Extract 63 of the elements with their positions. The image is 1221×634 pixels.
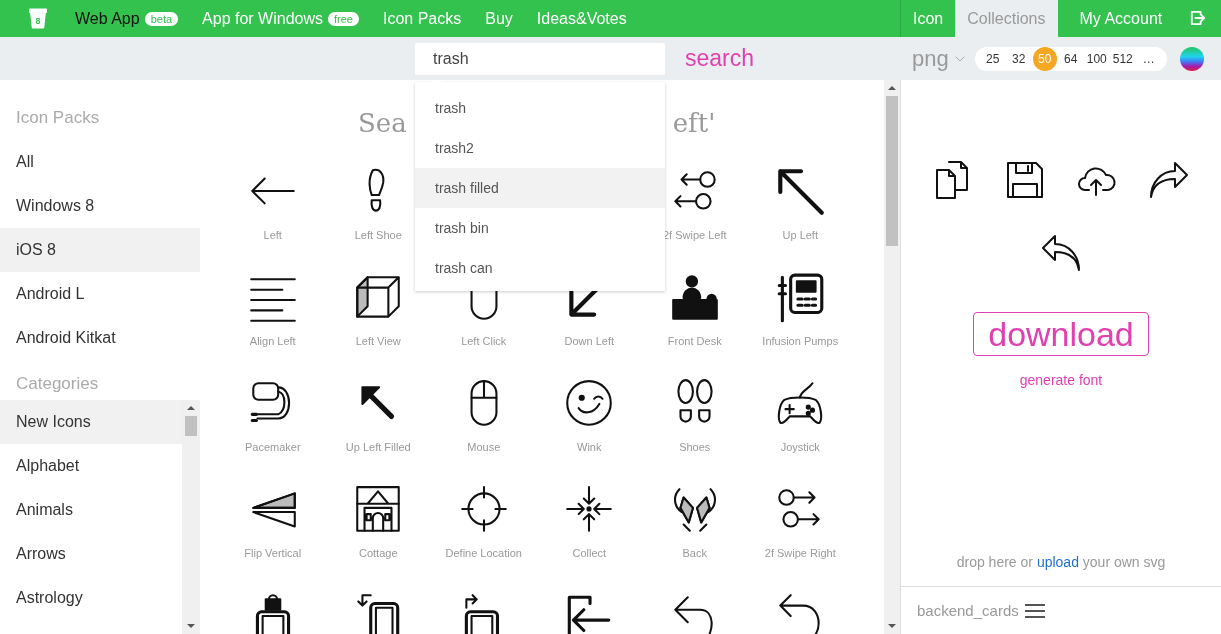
- icon-label: Left: [263, 229, 282, 241]
- icon-label: Define Location: [445, 547, 522, 559]
- collection-name: backend_cards: [917, 602, 1019, 619]
- size-option[interactable]: …: [1136, 46, 1161, 71]
- scrollbar[interactable]: [884, 80, 900, 634]
- reply-arrow-icon[interactable]: [1041, 234, 1081, 274]
- generate-font-link[interactable]: generate font: [1019, 372, 1103, 388]
- icon-label: Up Left Filled: [345, 441, 411, 453]
- size-option[interactable]: 64: [1058, 46, 1083, 71]
- icon-label: Align Left: [249, 335, 296, 347]
- scrollbar[interactable]: [182, 400, 200, 634]
- icon-label: 2f Swipe Right: [764, 547, 836, 559]
- icon-label: Left Shoe: [354, 229, 402, 241]
- sidebar-item[interactable]: Arrows: [0, 532, 182, 576]
- drop-hint: drop here or upload your own svg: [956, 554, 1166, 570]
- icon-label: Cottage: [359, 547, 398, 559]
- icon-label: Left View: [355, 335, 401, 347]
- sidebar-item[interactable]: New Icons: [0, 400, 182, 444]
- icon-label: Mouse: [467, 441, 501, 453]
- size-option[interactable]: 512: [1110, 46, 1135, 71]
- icon-label: Up Left: [782, 229, 818, 241]
- suggestion-item[interactable]: trash: [415, 88, 665, 128]
- icon-label: Down Left: [564, 335, 614, 347]
- icon-label: Collect: [572, 547, 607, 559]
- size-option[interactable]: 25: [980, 46, 1005, 71]
- size-option[interactable]: 100: [1084, 46, 1109, 71]
- nav-badge: free: [328, 11, 359, 26]
- icon-label: Pacemaker: [244, 441, 301, 453]
- sidebar-item[interactable]: iOS 8: [0, 228, 200, 272]
- nav-link[interactable]: Web App: [75, 9, 140, 28]
- share-arrow-icon[interactable]: [1149, 160, 1189, 200]
- sidebar-item[interactable]: Alphabet: [0, 444, 182, 488]
- menu-icon[interactable]: [1024, 603, 1045, 618]
- icon-label: Left Click: [461, 335, 507, 347]
- icon-label: Infusion Pumps: [762, 335, 839, 347]
- results-heading: Sea: [358, 108, 407, 140]
- icon-label: Joystick: [780, 441, 820, 453]
- icon-label: Front Desk: [667, 335, 722, 347]
- section-heading: Categories: [15, 374, 100, 395]
- size-option[interactable]: 32: [1006, 46, 1031, 71]
- color-picker[interactable]: [1179, 46, 1204, 71]
- sidebar-item[interactable]: Android L: [0, 272, 200, 316]
- nav-badge: beta: [144, 11, 179, 26]
- upload-link[interactable]: upload: [1036, 554, 1079, 570]
- results-heading: eft': [672, 108, 716, 140]
- icon-label: Back: [682, 547, 707, 559]
- icon-label: Shoes: [679, 441, 711, 453]
- save-icon[interactable]: [1005, 160, 1045, 200]
- sidebar-item[interactable]: Android Kitkat: [0, 316, 200, 360]
- download-button[interactable]: download: [973, 312, 1149, 356]
- chevron-down-icon: [954, 55, 965, 62]
- sidebar-item[interactable]: Windows 8: [0, 184, 200, 228]
- icon-label: Wink: [577, 441, 602, 453]
- search-field[interactable]: trash: [415, 42, 665, 75]
- icon-label: Flip Vertical: [244, 547, 302, 559]
- sidebar-item[interactable]: Astrology: [0, 576, 182, 620]
- suggestion-item[interactable]: trash bin: [415, 208, 665, 248]
- sidebar-item[interactable]: All: [0, 140, 200, 184]
- section-heading: Icon Packs: [15, 108, 101, 129]
- suggestion-item[interactable]: trash can: [415, 248, 665, 288]
- sidebar-item[interactable]: Animals: [0, 488, 182, 532]
- suggestion-item[interactable]: trash2: [415, 128, 665, 168]
- suggestion-item[interactable]: trash filled: [415, 168, 665, 208]
